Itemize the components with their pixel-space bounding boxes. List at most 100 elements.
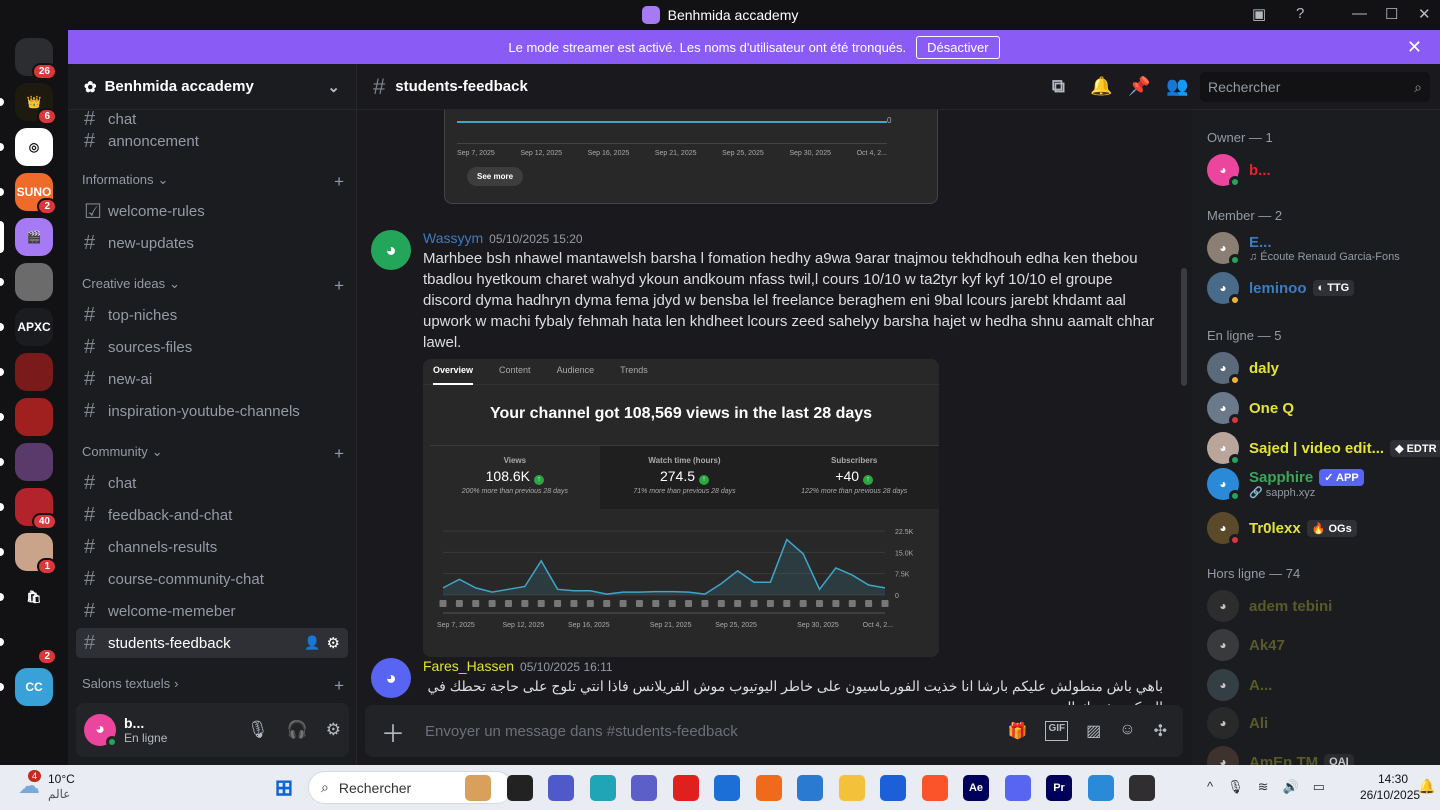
add-channel-icon[interactable]: + bbox=[334, 676, 344, 696]
upload-marker[interactable] bbox=[652, 600, 660, 607]
metric-card[interactable]: Views 108.6K ↑ 200% more than previous 28 d… bbox=[430, 446, 600, 509]
disable-streamer-button[interactable]: Désactiver bbox=[916, 35, 1000, 59]
close-window-button[interactable]: ✕ bbox=[1418, 5, 1431, 23]
category-header[interactable]: Informations ⌄ + bbox=[82, 172, 344, 192]
upload-marker[interactable] bbox=[717, 600, 725, 607]
pin-icon[interactable]: 📌 bbox=[1128, 76, 1150, 97]
see-more-button[interactable]: See more bbox=[467, 167, 524, 186]
explorer-icon[interactable] bbox=[838, 775, 865, 801]
server-icon[interactable] bbox=[15, 263, 53, 301]
metric-card[interactable]: Subscribers +40 ↑ 122% more than previous 2… bbox=[769, 446, 939, 509]
member-item[interactable]: ◕ Ali bbox=[1207, 707, 1435, 739]
server-icon[interactable]: 26 bbox=[15, 38, 57, 80]
meet-icon[interactable] bbox=[548, 775, 574, 801]
channel-top-niches[interactable]: # top-niches bbox=[76, 300, 348, 330]
author-name[interactable]: Fares_Hassen bbox=[423, 658, 514, 674]
server-icon[interactable]: 1 bbox=[15, 533, 57, 575]
paint-icon[interactable] bbox=[465, 775, 491, 801]
channel-channels-results[interactable]: # channels-results bbox=[76, 532, 348, 562]
volume-icon[interactable]: 🔊 bbox=[1283, 779, 1299, 795]
server-icon[interactable] bbox=[15, 353, 53, 391]
server-icon[interactable]: SUNO 2 bbox=[15, 173, 57, 215]
photos-icon[interactable] bbox=[1087, 775, 1114, 801]
avatar[interactable]: ◕ bbox=[371, 658, 411, 698]
firefox-icon[interactable] bbox=[755, 775, 782, 801]
upload-marker[interactable] bbox=[799, 600, 807, 607]
upload-marker[interactable] bbox=[586, 600, 594, 607]
add-channel-icon[interactable]: + bbox=[334, 276, 344, 296]
whiteboard-icon[interactable] bbox=[797, 775, 823, 801]
server-icon[interactable]: CC bbox=[15, 668, 53, 706]
mail-icon[interactable] bbox=[714, 775, 740, 801]
channel-feedback-and-chat[interactable]: # feedback-and-chat bbox=[76, 500, 348, 530]
upload-marker[interactable] bbox=[668, 600, 676, 607]
server-icon[interactable]: 🎬 bbox=[15, 218, 53, 256]
vscode-like-icon[interactable] bbox=[880, 775, 906, 801]
member-item[interactable]: ◕ leminoo ◐ TTG bbox=[1207, 272, 1435, 306]
member-item[interactable]: ◕ daly bbox=[1207, 352, 1435, 386]
upload-marker[interactable] bbox=[619, 600, 627, 607]
member-item[interactable]: ◕ AmEn TM OAI bbox=[1207, 746, 1435, 765]
battery-icon[interactable]: ▭ bbox=[1313, 779, 1325, 795]
close-icon[interactable]: ✕ bbox=[1407, 37, 1422, 58]
maximize-button[interactable]: ☐ bbox=[1385, 5, 1398, 23]
member-item[interactable]: ◕ A... bbox=[1207, 669, 1435, 701]
search-input[interactable]: Rechercher ⌕ bbox=[1200, 72, 1430, 102]
channel-new-ai[interactable]: # new-ai bbox=[76, 364, 348, 394]
category-header[interactable]: Community ⌄ + bbox=[82, 444, 344, 464]
microphone-icon[interactable]: 🎙 bbox=[1227, 779, 1244, 795]
message-composer[interactable]: ＋ Envoyer un message dans #students-feed… bbox=[365, 705, 1183, 757]
microphone-icon[interactable]: 🎙 bbox=[247, 720, 269, 740]
upload-marker[interactable] bbox=[603, 600, 611, 607]
server-icon[interactable]: 👑 6 bbox=[15, 83, 57, 125]
channel-students-feedback[interactable]: # students-feedback 👤 ⚙ bbox=[76, 628, 348, 658]
author-name[interactable]: Wassyym bbox=[423, 230, 483, 246]
analytics-embed-top[interactable]: 0 Sep 7, 2025 Sep 12, 2025 Sep 16, 2025 Sep… bbox=[444, 110, 938, 204]
notifications-icon[interactable]: 🔔 bbox=[1418, 778, 1435, 795]
upload-marker[interactable] bbox=[685, 600, 693, 607]
upload-marker[interactable] bbox=[832, 600, 840, 607]
member-item[interactable]: ◕ Sapphire ✓ APP 🔗 sapph.xyz bbox=[1207, 468, 1435, 502]
settings-gear-icon[interactable]: ⚙ bbox=[327, 634, 340, 652]
brave-icon[interactable] bbox=[921, 775, 948, 801]
analytics-tab[interactable]: Trends bbox=[620, 365, 648, 384]
bell-icon[interactable]: 🔔 bbox=[1090, 76, 1112, 97]
upload-marker[interactable] bbox=[701, 600, 709, 607]
upload-marker[interactable] bbox=[537, 600, 545, 607]
member-item[interactable]: ◕ One Q bbox=[1207, 392, 1435, 426]
member-item[interactable]: ◕ Ak47 bbox=[1207, 629, 1435, 661]
help-icon[interactable]: ? bbox=[1296, 5, 1304, 22]
premiere-icon[interactable]: Pr bbox=[1046, 775, 1072, 801]
headphones-icon[interactable]: 🎧 bbox=[287, 720, 308, 740]
avatar[interactable]: ◕ bbox=[371, 230, 411, 270]
member-item[interactable]: ◕ Tr0lexx 🔥 OGs bbox=[1207, 512, 1435, 546]
wifi-icon[interactable]: ≋ bbox=[1258, 779, 1269, 795]
server-icon[interactable]: 🛍 bbox=[15, 578, 53, 616]
server-icon[interactable]: 2 bbox=[15, 623, 57, 665]
edge-icon[interactable] bbox=[589, 775, 616, 801]
channel-welcome-memeber[interactable]: # welcome-memeber bbox=[76, 596, 348, 626]
obs-icon[interactable] bbox=[1129, 775, 1155, 801]
upload-marker[interactable] bbox=[439, 600, 447, 607]
member-item[interactable]: ◕ adem tebini bbox=[1207, 590, 1435, 622]
opera-icon[interactable] bbox=[672, 775, 699, 801]
after-effects-icon[interactable]: Ae bbox=[963, 775, 989, 801]
scrollbar[interactable] bbox=[1181, 268, 1187, 386]
upload-marker[interactable] bbox=[472, 600, 480, 607]
upload-marker[interactable] bbox=[455, 600, 463, 607]
analytics-tab[interactable]: Overview bbox=[433, 365, 474, 385]
terminal-icon[interactable] bbox=[506, 775, 533, 801]
upload-marker[interactable] bbox=[734, 600, 742, 607]
upload-marker[interactable] bbox=[750, 600, 758, 607]
upload-marker[interactable] bbox=[504, 600, 512, 607]
add-channel-icon[interactable]: + bbox=[334, 172, 344, 192]
upload-marker[interactable] bbox=[848, 600, 856, 607]
upload-marker[interactable] bbox=[783, 600, 791, 607]
chevron-up-icon[interactable]: ^ bbox=[1207, 779, 1213, 795]
start-button[interactable]: ⊞ bbox=[271, 775, 297, 801]
settings-gear-icon[interactable]: ⚙ bbox=[326, 720, 341, 740]
discord-icon[interactable] bbox=[1004, 775, 1031, 801]
upload-marker[interactable] bbox=[816, 600, 824, 607]
upload-marker[interactable] bbox=[521, 600, 529, 607]
teams-icon[interactable] bbox=[631, 775, 657, 801]
